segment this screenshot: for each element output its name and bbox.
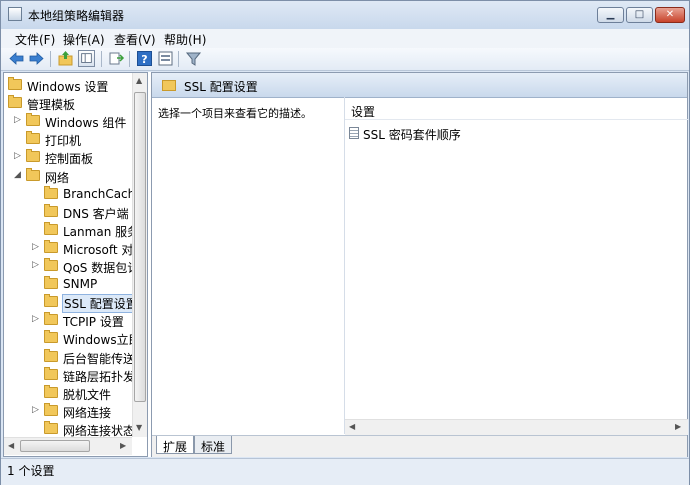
scroll-left-arrow-icon[interactable]: ◀ <box>8 441 14 450</box>
list-horizontal-scrollbar[interactable]: ◀ ▶ <box>345 419 688 435</box>
tree-horizontal-scrollbar[interactable]: ◀ ▶ <box>4 437 132 455</box>
folder-icon <box>8 95 22 109</box>
toolbar-separator <box>50 51 51 67</box>
menu-bar: 文件(F) 操作(A) 查看(V) 帮助(H) <box>1 29 689 48</box>
folder-icon <box>44 402 58 416</box>
toolbar-separator <box>101 51 102 67</box>
tree-item-label: 控制面板 <box>45 152 94 167</box>
settings-list: 设置 SSL 密码套件顺序 ◀ ▶ <box>344 97 688 435</box>
tree-item-label: Windows 设置 <box>27 80 109 94</box>
folder-icon <box>44 294 58 308</box>
collapsed-arrow-icon[interactable]: ▷ <box>14 151 22 161</box>
maximize-button[interactable]: □ <box>626 7 653 23</box>
folder-icon <box>44 366 58 380</box>
tree-item-label: QoS 数据包计 <box>63 261 140 275</box>
forward-arrow-icon[interactable] <box>28 50 45 67</box>
properties-icon[interactable] <box>157 50 174 67</box>
menu-view[interactable]: 查看(V) <box>114 31 156 48</box>
folder-icon <box>44 221 58 235</box>
title-bar[interactable]: 本地组策略编辑器 ▁ □ ✕ <box>1 1 689 29</box>
filter-icon[interactable] <box>185 50 202 67</box>
view-tabs: 扩展 标准 <box>152 435 687 457</box>
policy-setting-icon <box>349 127 359 139</box>
tree-item-label: BranchCache <box>63 186 143 201</box>
tree-item-label: 打印机 <box>45 134 82 149</box>
menu-help[interactable]: 帮助(H) <box>164 31 206 48</box>
collapsed-arrow-icon[interactable]: ▷ <box>32 314 40 324</box>
folder-icon <box>26 113 40 127</box>
scroll-left-arrow-icon[interactable]: ◀ <box>349 422 355 431</box>
scroll-up-arrow-icon[interactable]: ▲ <box>136 76 142 85</box>
folder-icon <box>44 258 58 271</box>
close-button[interactable]: ✕ <box>655 7 685 23</box>
collapsed-arrow-icon[interactable]: ▷ <box>32 242 40 252</box>
details-pane: SSL 配置设置 选择一个项目来查看它的描述。 设置 SSL 密码套件顺序 ◀ … <box>151 72 688 457</box>
expanded-arrow-icon[interactable]: ◢ <box>3 97 4 107</box>
collapsed-arrow-icon[interactable]: ▷ <box>32 405 40 415</box>
minimize-button[interactable]: ▁ <box>597 7 624 23</box>
tab-extended[interactable]: 扩展 <box>156 436 195 454</box>
collapsed-arrow-icon[interactable]: ▷ <box>32 260 40 270</box>
tree-item-label: Windows立即 <box>63 333 141 348</box>
folder-icon <box>44 348 58 362</box>
tree-item-label: 网络 <box>45 170 70 185</box>
folder-icon <box>26 167 40 181</box>
expanded-arrow-icon[interactable]: ◢ <box>14 170 22 180</box>
tree-item-label: 网络连接 <box>63 405 112 420</box>
navigation-tree: Windows 设置 ◢ 管理模板 ▷ Windows 组件打印机 ▷ 控制面板 ◢ 网络Bra… <box>3 72 148 457</box>
tree-item-label: 后台智能传送 <box>63 351 136 366</box>
toolbar-separator <box>178 51 179 67</box>
client-area: Windows 设置 ◢ 管理模板 ▷ Windows 组件打印机 ▷ 控制面板 ◢ 网络Bra… <box>3 72 688 457</box>
folder-icon <box>44 185 58 199</box>
folder-icon <box>44 276 58 290</box>
folder-icon <box>26 149 40 163</box>
tree-item-label: Windows 组件 <box>45 116 127 131</box>
folder-icon <box>162 80 176 91</box>
tab-standard[interactable]: 标准 <box>194 436 233 454</box>
folder-icon <box>26 131 40 145</box>
folder-icon <box>8 77 22 90</box>
status-text: 1 个设置 <box>7 464 55 478</box>
scroll-down-arrow-icon[interactable]: ▼ <box>136 423 142 432</box>
tree-item-label: DNS 客户端 <box>63 206 129 221</box>
folder-icon <box>44 203 58 217</box>
description-text: 选择一个项目来查看它的描述。 <box>158 107 312 120</box>
list-item-label: SSL 密码套件顺序 <box>363 128 461 142</box>
tree-vertical-scrollbar[interactable]: ▲ ▼ <box>132 73 147 437</box>
menu-action[interactable]: 操作(A) <box>63 31 105 48</box>
export-list-icon[interactable] <box>108 50 125 67</box>
details-header: SSL 配置设置 <box>152 73 687 98</box>
back-arrow-icon[interactable] <box>8 50 25 67</box>
folder-icon <box>44 239 58 253</box>
column-header-setting[interactable]: 设置 <box>345 99 688 120</box>
app-window: 本地组策略编辑器 ▁ □ ✕ 文件(F) 操作(A) 查看(V) 帮助(H) ?… <box>0 0 690 485</box>
folder-icon <box>44 384 58 398</box>
tree-item-label: SNMP <box>63 277 98 292</box>
svg-text:?: ? <box>141 53 147 66</box>
folder-icon <box>44 420 58 434</box>
tree-item-label: TCPIP 设置 <box>63 315 124 330</box>
menu-file[interactable]: 文件(F) <box>15 31 55 48</box>
tree-hscroll-thumb[interactable] <box>20 440 90 452</box>
toolbar-separator <box>129 51 130 67</box>
tree-item-label: 管理模板 <box>27 98 76 113</box>
up-folder-icon[interactable] <box>57 50 74 67</box>
details-title: SSL 配置设置 <box>184 80 258 94</box>
scroll-right-arrow-icon[interactable]: ▶ <box>120 441 126 450</box>
app-icon <box>8 7 22 21</box>
toolbar: ? <box>1 48 689 71</box>
collapsed-arrow-icon[interactable]: ▷ <box>14 115 22 125</box>
scroll-right-arrow-icon[interactable]: ▶ <box>675 422 681 431</box>
status-bar: 1 个设置 <box>1 458 689 485</box>
tree-item-label: 脱机文件 <box>63 387 112 402</box>
tree-scroll-thumb[interactable] <box>134 92 146 402</box>
show-hide-tree-icon[interactable] <box>78 50 95 67</box>
folder-icon <box>44 312 58 326</box>
folder-icon <box>44 330 58 344</box>
tree-item-label: SSL 配置设置 <box>62 294 140 314</box>
help-icon[interactable]: ? <box>136 50 153 67</box>
window-title: 本地组策略编辑器 <box>28 9 125 23</box>
